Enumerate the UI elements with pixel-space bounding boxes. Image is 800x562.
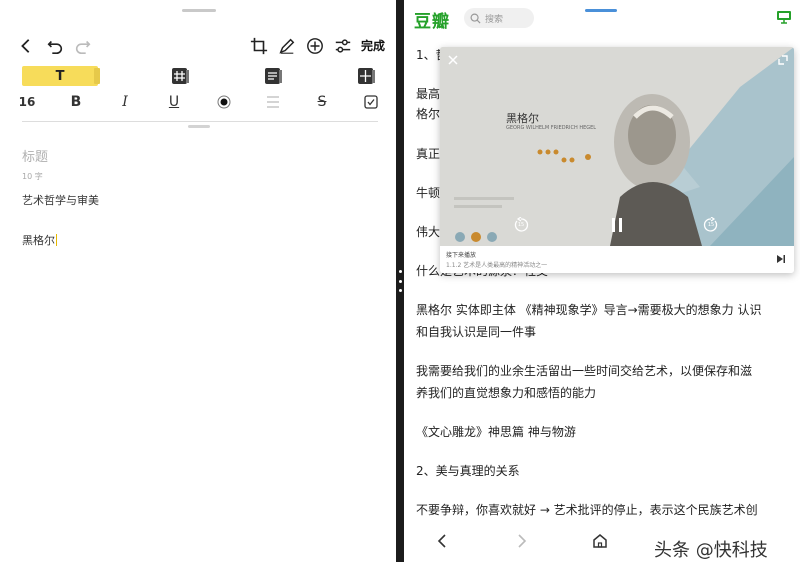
table-icon[interactable] <box>356 66 376 86</box>
article-paragraph: 黑格尔 实体即主体 《精神现象学》导言→需要极大的想象力 认识 <box>416 303 762 317</box>
note-body-line[interactable]: 艺术哲学与审美 <box>22 192 99 208</box>
up-next-bar[interactable]: 接下来播放 1.1.2 艺术是人类最高的精神活动之一 <box>440 246 794 273</box>
undo-button[interactable] <box>45 36 65 56</box>
done-button[interactable]: 完成 <box>361 37 385 54</box>
strikethrough-button[interactable]: S <box>312 92 332 112</box>
italic-button[interactable]: I <box>115 92 135 112</box>
char-count: 10 字 <box>22 172 43 181</box>
toolbar-collapse-handle[interactable] <box>188 125 210 128</box>
underline-button[interactable]: U <box>164 92 184 112</box>
settings-button[interactable] <box>333 36 353 56</box>
editor-top-toolbar: 完成 <box>0 36 396 56</box>
home-icon[interactable] <box>591 532 609 550</box>
drag-handle[interactable] <box>182 9 216 12</box>
drag-handle[interactable] <box>585 9 617 12</box>
article-paragraph: 不要争辩，你喜欢就好 → 艺术批评的停止，表示这个民族艺术创 <box>416 503 758 517</box>
article-paragraph: 养我们的直觉想象力和感悟的能力 <box>416 386 597 400</box>
rewind-seconds: 15 <box>517 222 525 228</box>
search-box[interactable]: 搜索 <box>464 8 534 28</box>
align-button[interactable] <box>263 92 283 112</box>
note-body-text: 黑格尔 <box>22 234 55 247</box>
chevron-left-icon <box>21 39 30 53</box>
skip-next-icon[interactable] <box>776 254 786 264</box>
up-next-title: 1.1.2 艺术是人类最高的精神活动之一 <box>446 262 548 269</box>
checkbox-icon <box>364 95 378 109</box>
forward-button[interactable]: 15 <box>703 217 719 233</box>
expand-icon[interactable] <box>778 55 788 65</box>
pen-icon <box>279 38 295 54</box>
text-cursor <box>56 234 57 246</box>
monitor-icon[interactable] <box>776 10 792 24</box>
color-button[interactable] <box>214 92 234 112</box>
pause-icon[interactable] <box>610 217 624 233</box>
douban-logo[interactable]: 豆瓣 <box>414 7 450 32</box>
browser-pane: 豆瓣 搜索 1、哲 最高 格尔 真正 牛顿 伟大 什么是艺术的源泉？社交 黑格尔… <box>404 0 800 562</box>
forward-arrow-icon[interactable] <box>512 532 530 550</box>
split-drag-handle[interactable] <box>398 270 402 292</box>
notes-pane: 完成 T 16 B I U S 标题 10 字 艺术哲学与审美 黑格尔 <box>0 0 396 562</box>
crop-button[interactable] <box>249 36 269 56</box>
note-body-line-cursor[interactable]: 黑格尔 <box>22 232 57 248</box>
pen-button[interactable] <box>277 36 297 56</box>
close-icon[interactable] <box>448 55 458 65</box>
douban-header: 豆瓣 搜索 <box>404 0 800 36</box>
back-arrow-icon[interactable] <box>434 532 452 550</box>
forward-seconds: 15 <box>707 222 715 228</box>
split-screen: 完成 T 16 B I U S 标题 10 字 艺术哲学与审美 黑格尔 豆瓣 搜… <box>0 0 800 562</box>
plus-circle-icon <box>307 38 323 54</box>
redo-icon <box>75 40 91 55</box>
bold-button[interactable]: B <box>66 92 86 112</box>
up-next-label: 接下来播放 <box>446 252 477 259</box>
text-style-button[interactable]: T <box>22 66 100 86</box>
rewind-button[interactable]: 15 <box>513 217 529 233</box>
color-dot-icon <box>217 95 231 109</box>
undo-icon <box>47 40 63 55</box>
checkbox-button[interactable] <box>361 92 381 112</box>
checklist-icon[interactable] <box>263 66 283 86</box>
format-toolbar: 16 B I U S <box>0 92 396 112</box>
add-button[interactable] <box>305 36 325 56</box>
floating-video-player[interactable]: 黑格尔 GEORG WILHELM FRIEDRICH HEGEL 15 15 … <box>440 47 794 273</box>
video-person-name-en: GEORG WILHELM FRIEDRICH HEGEL <box>506 125 597 131</box>
article-paragraph: 我需要给我们的业余生活留出一些时间交给艺术，以便保存和滋 <box>416 364 753 378</box>
article-paragraph: 《文心雕龙》神思篇 神与物游 <box>416 425 576 439</box>
article-paragraph: 2、美与真理的关系 <box>416 464 520 478</box>
watermark: 头条 @快科技 <box>654 540 768 561</box>
sliders-icon <box>335 39 351 53</box>
search-placeholder: 搜索 <box>485 14 504 25</box>
note-title-field[interactable]: 标题 <box>22 146 48 165</box>
font-size-button[interactable]: 16 <box>18 92 36 112</box>
search-icon <box>470 13 481 24</box>
article-paragraph: 和自我认识是同一件事 <box>416 325 537 339</box>
align-icon <box>267 96 279 108</box>
redo-button[interactable] <box>73 36 93 56</box>
crop-icon <box>250 37 268 55</box>
toolbar-divider <box>22 121 378 122</box>
editor-insert-toolbar: T <box>0 65 396 87</box>
browser-bottom-nav: 头条 @快科技 <box>404 524 800 561</box>
hashtag-icon[interactable] <box>170 66 190 86</box>
video-frame[interactable]: 黑格尔 GEORG WILHELM FRIEDRICH HEGEL 15 15 <box>440 47 794 246</box>
video-person-name: 黑格尔 <box>506 112 539 125</box>
back-button[interactable] <box>16 36 36 56</box>
